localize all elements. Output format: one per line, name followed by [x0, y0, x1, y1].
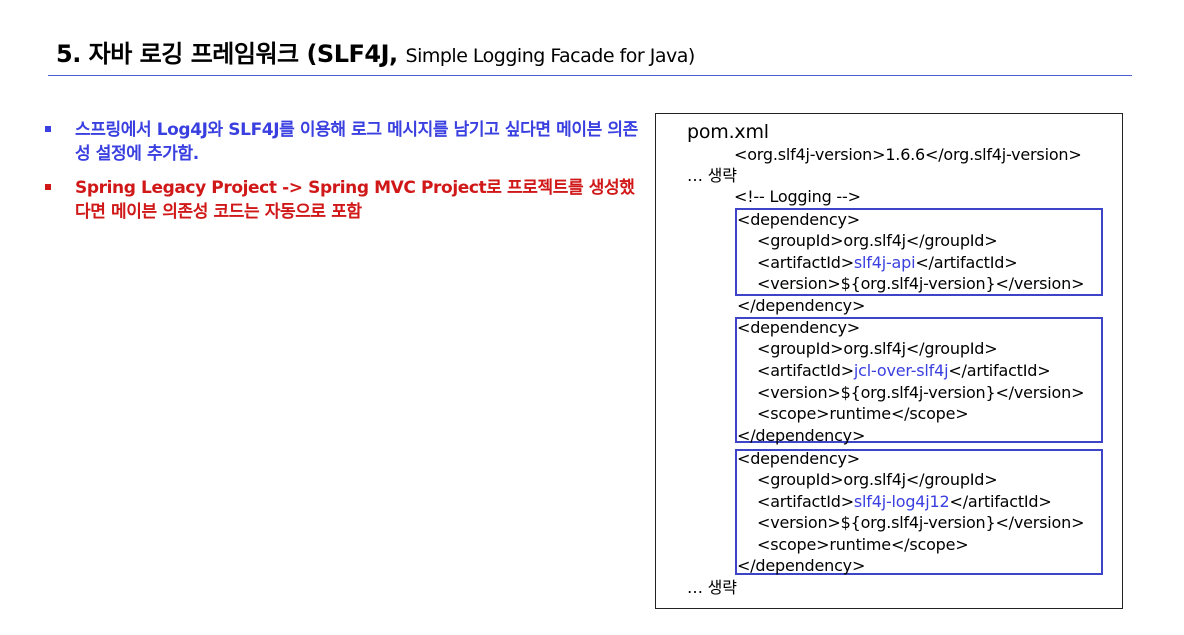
- code-line: <artifactId>slf4j-api</artifactId>: [757, 253, 1018, 273]
- title-divider: [48, 75, 1132, 76]
- code-line: </dependency>: [737, 296, 866, 315]
- bullet-list: 스프링에서 Log4J와 SLF4J를 이용해 로그 메시지를 남기고 싶다면 …: [45, 118, 645, 234]
- square-bullet-icon: [45, 126, 51, 132]
- code-token: </artifactId>: [915, 253, 1018, 272]
- page-title: 5. 자바 로깅 프레임워크 (SLF4J, Simple Logging Fa…: [56, 34, 695, 69]
- code-token: </artifactId>: [948, 361, 1051, 380]
- code-token: <artifactId>: [757, 361, 854, 380]
- code-token: <artifactId>: [757, 253, 854, 272]
- artifact-id-highlight: slf4j-api: [853, 253, 916, 272]
- code-file-title: pom.xml: [687, 121, 769, 143]
- title-main: 5. 자바 로깅 프레임워크 (SLF4J,: [56, 40, 406, 68]
- code-line: </dependency>: [737, 426, 866, 445]
- bullet-text: Spring Legacy Project -> Spring MVC Proj…: [75, 178, 635, 222]
- code-line: <scope>runtime</scope>: [757, 535, 969, 554]
- code-line: <dependency>: [737, 318, 860, 337]
- bullet-item: 스프링에서 Log4J와 SLF4J를 이용해 로그 메시지를 남기고 싶다면 …: [45, 118, 645, 166]
- code-line: <groupId>org.slf4j</groupId>: [757, 470, 998, 489]
- code-line: <scope>runtime</scope>: [757, 404, 969, 423]
- bullet-text: 스프링에서 Log4J와 SLF4J를 이용해 로그 메시지를 남기고 싶다면 …: [75, 120, 638, 164]
- code-ellipsis: … 생략: [687, 166, 737, 185]
- code-line: <dependency>: [737, 449, 860, 468]
- code-comment: <!-- Logging -->: [734, 187, 861, 206]
- code-line: <artifactId>jcl-over-slf4j</artifactId>: [757, 361, 1051, 381]
- code-line: </dependency>: [737, 556, 866, 575]
- code-ellipsis: … 생략: [687, 578, 737, 597]
- code-token: </artifactId>: [949, 492, 1052, 511]
- code-line: <artifactId>slf4j-log4j12</artifactId>: [757, 492, 1052, 512]
- artifact-id-highlight: slf4j-log4j12: [853, 492, 950, 511]
- code-token: <artifactId>: [757, 492, 854, 511]
- title-sub: Simple Logging Facade for Java): [405, 45, 696, 67]
- artifact-id-highlight: jcl-over-slf4j: [853, 361, 949, 380]
- bullet-item: Spring Legacy Project -> Spring MVC Proj…: [45, 176, 645, 224]
- code-line: <groupId>org.slf4j</groupId>: [757, 339, 998, 358]
- code-line: <groupId>org.slf4j</groupId>: [757, 231, 998, 250]
- code-line: <org.slf4j-version>1.6.6</org.slf4j-vers…: [734, 145, 1082, 164]
- code-line: <version>${org.slf4j-version}</version>: [757, 513, 1085, 532]
- code-line: <dependency>: [737, 210, 860, 229]
- square-bullet-icon: [45, 184, 51, 190]
- code-line: <version>${org.slf4j-version}</version>: [757, 274, 1085, 293]
- code-line: <version>${org.slf4j-version}</version>: [757, 383, 1085, 402]
